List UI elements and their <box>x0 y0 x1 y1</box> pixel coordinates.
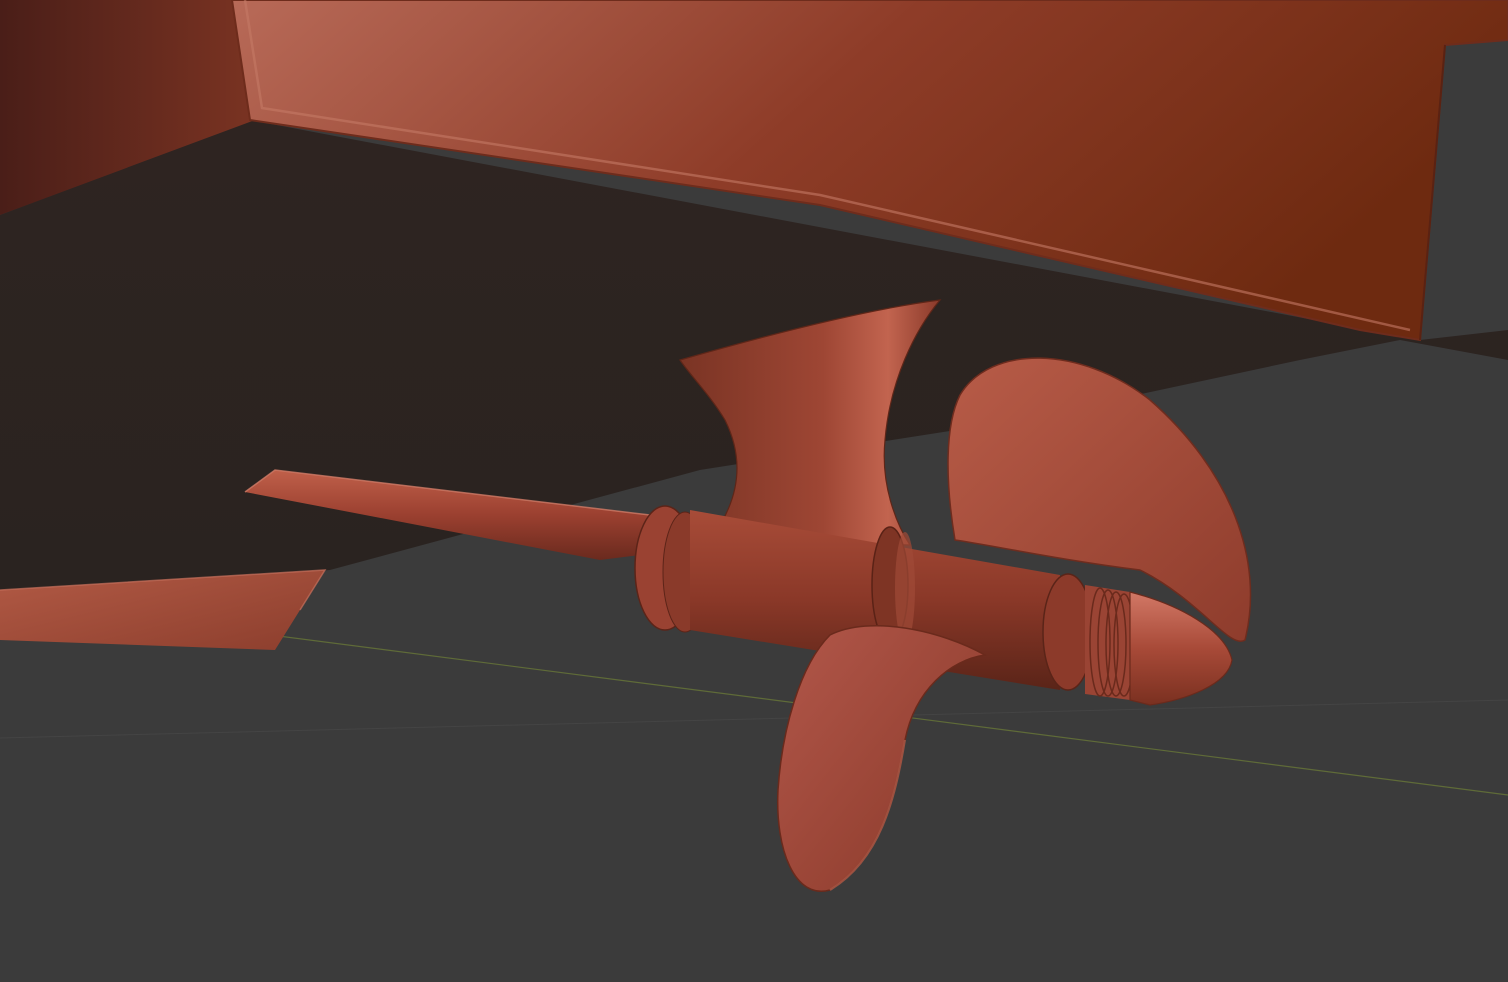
3d-viewport[interactable] <box>0 0 1508 982</box>
viewport-canvas[interactable] <box>0 0 1508 982</box>
